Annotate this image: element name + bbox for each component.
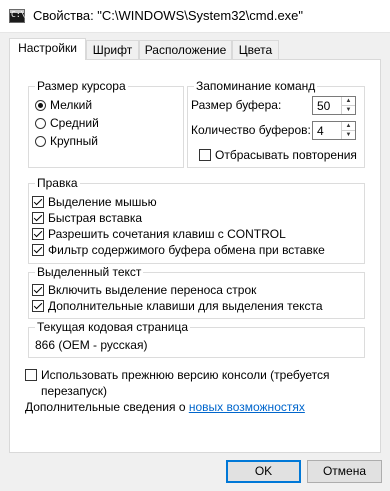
discard-duplicates-checkbox[interactable]: Отбрасывать повторения <box>199 147 357 163</box>
buffer-count-value[interactable]: 4 <box>317 123 324 139</box>
cursor-size-title: Размер курсора <box>35 79 128 93</box>
codepage-value: 866 (OEM - русская) <box>35 338 148 352</box>
new-features-link[interactable]: новых возможностях <box>189 400 305 414</box>
insert-mode-checkbox[interactable]: Быстрая вставка <box>32 210 142 226</box>
radio-button[interactable] <box>35 100 46 111</box>
codepage-title: Текущая кодовая страница <box>35 320 191 334</box>
radio-button[interactable] <box>35 118 46 129</box>
ok-button[interactable]: OK <box>226 460 301 483</box>
clipboard-filter-checkbox[interactable]: Фильтр содержимого буфера обмена при вст… <box>32 242 325 258</box>
checkbox[interactable] <box>32 284 44 296</box>
radio-button[interactable] <box>35 136 46 147</box>
codepage-group: Текущая кодовая страница 866 (OEM - русс… <box>28 320 365 358</box>
legacy-console-label-cont: перезапуск) <box>41 384 108 398</box>
checkbox[interactable] <box>32 196 44 208</box>
spin-up-icon[interactable]: ▲ <box>342 97 355 106</box>
spin-down-icon[interactable]: ▼ <box>342 106 355 114</box>
buffer-size-value[interactable]: 50 <box>317 98 330 114</box>
checkbox[interactable] <box>32 244 44 256</box>
spin-down-icon[interactable]: ▼ <box>342 131 355 139</box>
command-history-group: Запоминание команд Размер буфера: 50 ▲ ▼… <box>187 79 365 168</box>
extended-edit-keys-checkbox[interactable]: Дополнительные клавиши для выделения тек… <box>32 298 323 314</box>
window-title: Свойства: "C:\WINDOWS\System32\cmd.exe" <box>33 8 304 23</box>
buffer-size-label: Размер буфера: <box>191 98 282 112</box>
edit-options-title: Правка <box>35 176 80 190</box>
line-wrap-selection-checkbox[interactable]: Включить выделение переноса строк <box>32 282 256 298</box>
settings-panel: Размер курсора Мелкий Средний Крупный За… <box>9 59 381 453</box>
cmd-app-icon: C:\_ <box>9 9 30 23</box>
cancel-button[interactable]: Отмена <box>307 460 382 483</box>
tab-font[interactable]: Шрифт <box>86 40 139 59</box>
cursor-small-radio[interactable]: Мелкий <box>35 97 92 113</box>
tab-settings[interactable]: Настройки <box>9 38 86 60</box>
quick-edit-checkbox[interactable]: Выделение мышью <box>32 194 157 210</box>
buffer-count-spinner[interactable]: 4 ▲ ▼ <box>312 121 356 140</box>
tab-colors[interactable]: Цвета <box>232 40 279 59</box>
buffer-size-spinner[interactable]: 50 ▲ ▼ <box>312 96 356 115</box>
more-info-text: Дополнительные сведения о новых возможно… <box>25 400 305 414</box>
checkbox[interactable] <box>199 149 211 161</box>
edit-options-group: Правка Выделение мышью Быстрая вставка Р… <box>28 176 365 264</box>
title-bar: C:\_ Свойства: "C:\WINDOWS\System32\cmd.… <box>0 0 390 33</box>
ctrl-shortcuts-checkbox[interactable]: Разрешить сочетания клавиш с CONTROL <box>32 226 286 242</box>
text-selection-title: Выделенный текст <box>35 265 144 279</box>
spin-up-icon[interactable]: ▲ <box>342 122 355 131</box>
buffer-count-label: Количество буферов: <box>191 123 311 137</box>
checkbox[interactable] <box>32 228 44 240</box>
checkbox[interactable] <box>32 300 44 312</box>
checkbox[interactable] <box>25 369 37 381</box>
cursor-large-radio[interactable]: Крупный <box>35 133 98 149</box>
legacy-console-checkbox[interactable]: Использовать прежнюю версию консоли (тре… <box>25 367 329 383</box>
tab-layout[interactable]: Расположение <box>139 40 232 59</box>
cursor-size-group: Размер курсора Мелкий Средний Крупный <box>28 79 184 168</box>
cursor-medium-radio[interactable]: Средний <box>35 115 99 131</box>
checkbox[interactable] <box>32 212 44 224</box>
text-selection-group: Выделенный текст Включить выделение пере… <box>28 265 365 319</box>
command-history-title: Запоминание команд <box>194 79 318 93</box>
